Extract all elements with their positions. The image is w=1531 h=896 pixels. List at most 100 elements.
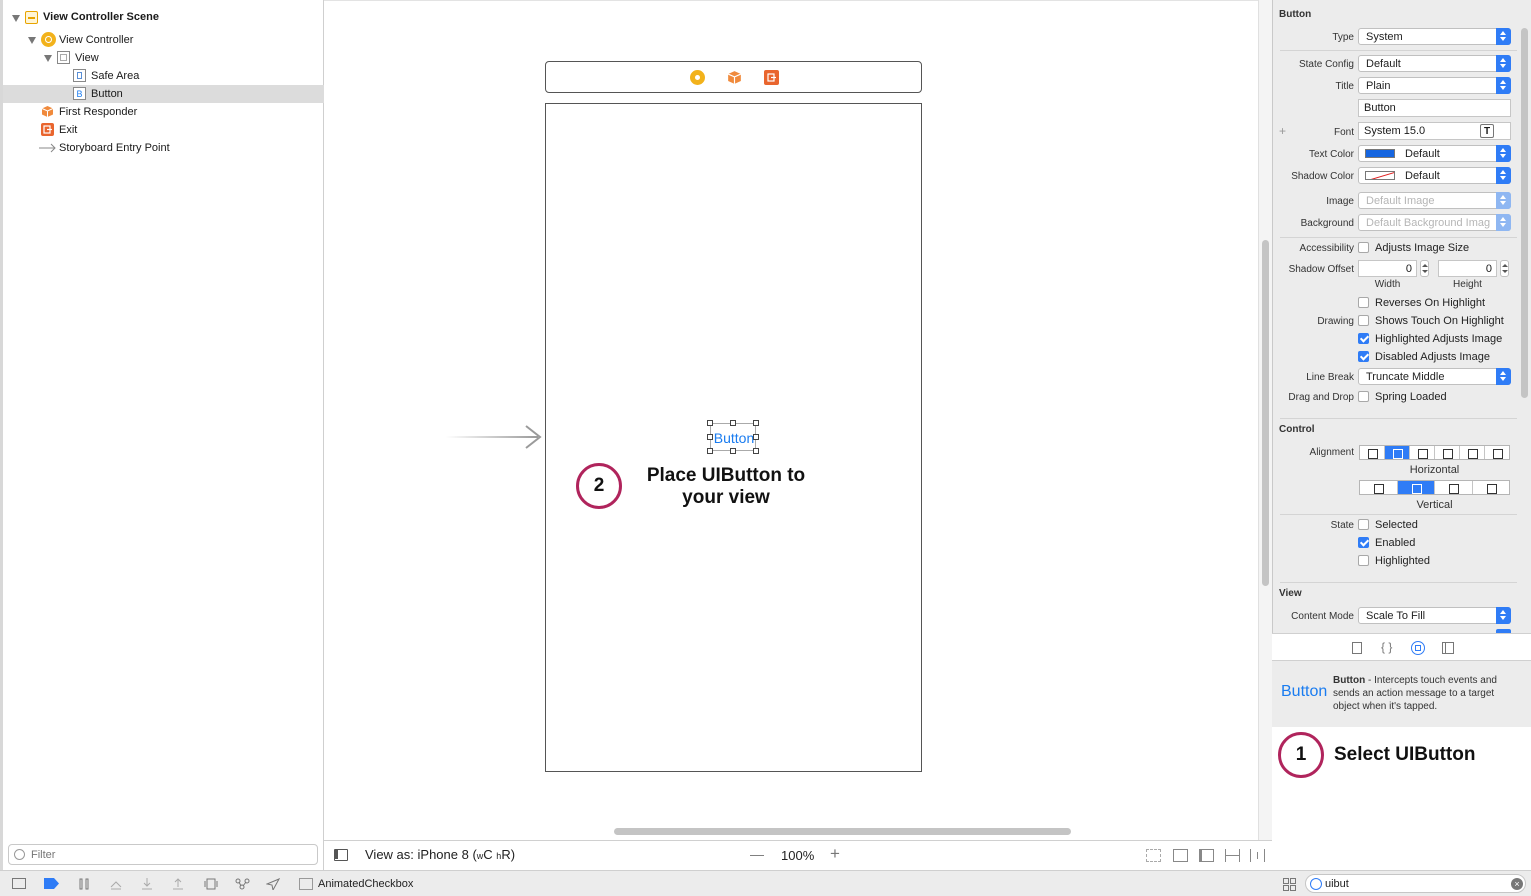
resize-handle[interactable]	[753, 448, 759, 454]
add-constraints-icon[interactable]	[1225, 849, 1240, 862]
object-library-icon[interactable]	[1411, 641, 1425, 655]
align-bottom-icon[interactable]	[1435, 481, 1473, 494]
view-as-device[interactable]: View as: iPhone 8 (wC hR)	[365, 847, 515, 862]
resize-handle[interactable]	[707, 434, 713, 440]
inspector-scrollbar[interactable]	[1521, 28, 1528, 398]
canvas-button[interactable]: Button	[707, 420, 759, 454]
library-item-button[interactable]: Button Button - Intercepts touch events …	[1272, 661, 1531, 727]
highlighted-checkbox[interactable]	[1358, 555, 1369, 566]
align-top-icon[interactable]	[1360, 481, 1398, 494]
selected-checkbox[interactable]	[1358, 519, 1369, 530]
image-combo[interactable]: Default Image	[1358, 192, 1511, 209]
step-over-icon[interactable]	[109, 878, 123, 890]
line-break-popup[interactable]: Truncate Middle	[1358, 368, 1511, 385]
grid-view-icon[interactable]	[1283, 878, 1296, 891]
update-frames-icon[interactable]	[1146, 849, 1161, 862]
background-combo[interactable]: Default Background Imag	[1358, 214, 1511, 231]
zoom-in-button[interactable]: +	[830, 844, 840, 864]
content-mode-popup[interactable]: Scale To Fill	[1358, 607, 1511, 624]
disclosure-triangle-icon[interactable]	[44, 55, 52, 62]
disclosure-triangle-icon[interactable]	[12, 15, 20, 22]
library-search-input[interactable]: uibut	[1325, 878, 1349, 890]
outline-row-view[interactable]: View	[3, 49, 324, 67]
disabled-adjusts-image-checkbox[interactable]	[1358, 351, 1369, 362]
step-into-icon[interactable]	[140, 878, 154, 890]
view-icon	[57, 51, 70, 64]
popup-arrows-icon	[1496, 368, 1511, 385]
first-responder-icon[interactable]	[727, 70, 742, 88]
outline-filter-input[interactable]	[29, 847, 309, 862]
hide-debug-area-icon[interactable]	[12, 878, 26, 889]
view-hierarchy-icon[interactable]	[204, 878, 218, 890]
scheme-name[interactable]: AnimatedCheckbox	[318, 878, 413, 890]
text-color-popup[interactable]: Default	[1358, 145, 1511, 162]
step-out-icon[interactable]	[171, 878, 185, 890]
reverses-on-highlight-checkbox[interactable]	[1358, 297, 1369, 308]
outline-row-view-controller[interactable]: View Controller	[3, 31, 324, 49]
media-library-icon[interactable]	[1442, 642, 1454, 654]
code-snippet-icon[interactable]: { }	[1381, 640, 1392, 654]
toggle-outline-icon[interactable]	[334, 849, 348, 861]
section-title-control: Control	[1279, 424, 1315, 435]
spring-loaded-checkbox[interactable]	[1358, 391, 1369, 402]
resize-handle[interactable]	[730, 420, 736, 426]
pause-icon[interactable]	[77, 878, 91, 890]
font-field[interactable]: System 15.0 T	[1358, 122, 1511, 140]
title-text-field[interactable]: Button	[1358, 99, 1511, 117]
shadow-color-popup[interactable]: Default	[1358, 167, 1511, 184]
resize-handle[interactable]	[730, 448, 736, 454]
align-icon[interactable]	[1199, 849, 1214, 862]
divider	[1280, 418, 1517, 419]
shadow-width-stepper[interactable]	[1420, 260, 1429, 277]
title-type-popup[interactable]: Plain	[1358, 77, 1511, 94]
library-search-field[interactable]: uibut ×	[1305, 874, 1526, 893]
align-vertical-fill-icon[interactable]	[1473, 481, 1510, 494]
vertical-alignment-control[interactable]	[1359, 480, 1510, 495]
type-popup[interactable]: System	[1358, 28, 1511, 45]
disclosure-triangle-icon[interactable]	[28, 37, 36, 44]
popup-arrows-icon	[1496, 167, 1511, 184]
shadow-height-stepper[interactable]	[1500, 260, 1509, 277]
align-trailing-icon[interactable]	[1485, 446, 1509, 459]
embed-in-stack-icon[interactable]	[1173, 849, 1188, 862]
align-fill-icon[interactable]	[1435, 446, 1460, 459]
resolve-auto-layout-icon[interactable]	[1250, 849, 1265, 862]
resize-handle[interactable]	[753, 420, 759, 426]
view-controller-icon[interactable]	[690, 70, 705, 85]
resize-handle[interactable]	[707, 420, 713, 426]
file-template-icon[interactable]	[1352, 642, 1362, 654]
align-left-icon[interactable]	[1360, 446, 1385, 459]
highlighted-adjusts-image-checkbox[interactable]	[1358, 333, 1369, 344]
outline-row-scene[interactable]: View Controller Scene	[3, 9, 324, 27]
outline-row-entry-point[interactable]: Storyboard Entry Point	[3, 139, 324, 157]
resize-handle[interactable]	[753, 434, 759, 440]
align-leading-icon[interactable]	[1460, 446, 1485, 459]
simulate-location-icon[interactable]	[265, 877, 281, 892]
canvas-vertical-scrollbar[interactable]	[1262, 240, 1269, 586]
breakpoints-icon[interactable]	[44, 878, 59, 890]
shows-touch-checkbox[interactable]	[1358, 315, 1369, 326]
shadow-width-field[interactable]: 0	[1358, 260, 1417, 277]
adjusts-image-size-checkbox[interactable]	[1358, 242, 1369, 253]
shadow-height-field[interactable]: 0	[1438, 260, 1497, 277]
clear-search-icon[interactable]: ×	[1511, 878, 1523, 890]
align-center-icon[interactable]	[1385, 446, 1410, 459]
step-2-badge: 2	[576, 463, 622, 509]
font-picker-icon[interactable]: T	[1480, 124, 1494, 138]
zoom-out-button[interactable]: —	[750, 846, 764, 862]
outline-row-button[interactable]: B Button	[3, 85, 324, 103]
exit-icon[interactable]	[764, 70, 779, 85]
memory-graph-icon[interactable]	[235, 878, 250, 890]
state-config-popup[interactable]: Default	[1358, 55, 1511, 72]
outline-filter-field[interactable]	[8, 844, 318, 865]
outline-row-first-responder[interactable]: First Responder	[3, 103, 324, 121]
align-middle-icon[interactable]	[1397, 481, 1435, 494]
resize-handle[interactable]	[707, 448, 713, 454]
canvas-horizontal-scrollbar[interactable]	[614, 828, 1071, 835]
enabled-checkbox[interactable]	[1358, 537, 1369, 548]
horizontal-alignment-control[interactable]	[1359, 445, 1510, 460]
outline-row-safe-area[interactable]: Safe Area	[3, 67, 324, 85]
title-label: Title	[1335, 81, 1354, 92]
align-right-icon[interactable]	[1410, 446, 1435, 459]
outline-row-exit[interactable]: Exit	[3, 121, 324, 139]
